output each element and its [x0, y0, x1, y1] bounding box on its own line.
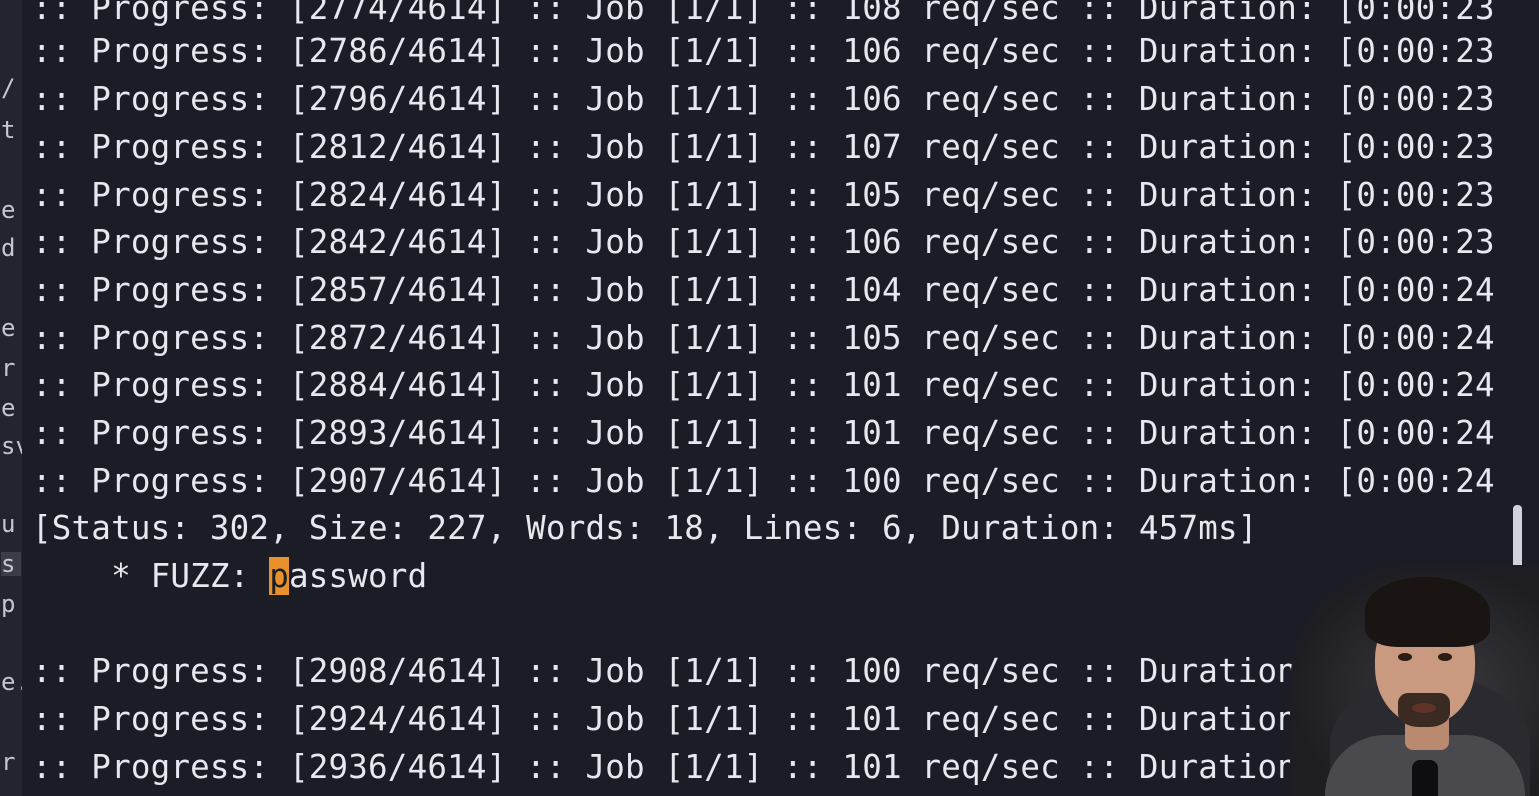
progress-line: :: Progress: [2908/4614] :: Job [1/1] ::…	[32, 652, 1357, 690]
editor-char: d	[1, 234, 16, 262]
microphone-icon	[1412, 760, 1438, 796]
webcam-overlay	[1290, 565, 1539, 796]
presenter-eye	[1398, 653, 1412, 661]
presenter-hair	[1365, 577, 1490, 647]
presenter-eye	[1438, 653, 1452, 661]
progress-line: :: Progress: [2842/4614] :: Job [1/1] ::…	[32, 223, 1495, 261]
progress-line: :: Progress: [2824/4614] :: Job [1/1] ::…	[32, 176, 1495, 214]
progress-line: :: Progress: [2857/4614] :: Job [1/1] ::…	[32, 271, 1495, 309]
editor-char: e.	[1, 668, 22, 696]
progress-line: :: Progress: [2872/4614] :: Job [1/1] ::…	[32, 319, 1495, 357]
editor-char: t	[1, 116, 16, 144]
editor-char: r	[1, 354, 16, 382]
background-editor-strip: / t e d e r e sv u s p e. r	[0, 0, 22, 796]
progress-line: :: Progress: [2893/4614] :: Job [1/1] ::…	[32, 414, 1495, 452]
editor-char: e	[1, 314, 16, 342]
editor-char: e	[1, 394, 16, 422]
editor-char: /	[1, 74, 16, 102]
editor-char: sv	[1, 432, 22, 460]
progress-line: :: Progress: [2884/4614] :: Job [1/1] ::…	[32, 366, 1495, 404]
terminal-output[interactable]: :: Progress: [2774/4614] :: Job [1/1] ::…	[22, 0, 1512, 796]
progress-line: :: Progress: [2812/4614] :: Job [1/1] ::…	[32, 128, 1495, 166]
editor-char: p	[1, 590, 16, 618]
text-cursor: p	[269, 557, 289, 595]
editor-char: u	[1, 510, 16, 538]
progress-line: :: Progress: [2907/4614] :: Job [1/1] ::…	[32, 462, 1495, 500]
fuzz-label: * FUZZ:	[32, 557, 270, 595]
editor-char-highlighted: s	[1, 552, 21, 576]
editor-char: e	[1, 196, 16, 224]
progress-line: :: Progress: [2924/4614] :: Job [1/1] ::…	[32, 700, 1357, 738]
fuzz-match-line: * FUZZ: password	[32, 553, 427, 601]
progress-line: :: Progress: [2796/4614] :: Job [1/1] ::…	[32, 80, 1495, 118]
editor-char: r	[1, 748, 16, 776]
progress-line: :: Progress: [2786/4614] :: Job [1/1] ::…	[32, 32, 1495, 70]
result-status-line: [Status: 302, Size: 227, Words: 18, Line…	[32, 509, 1258, 547]
screen: / t e d e r e sv u s p e. r :: Progress:…	[0, 0, 1539, 796]
progress-line: :: Progress: [2936/4614] :: Job [1/1] ::…	[32, 748, 1317, 786]
fuzz-value: assword	[288, 557, 428, 595]
presenter-mouth	[1412, 703, 1436, 713]
